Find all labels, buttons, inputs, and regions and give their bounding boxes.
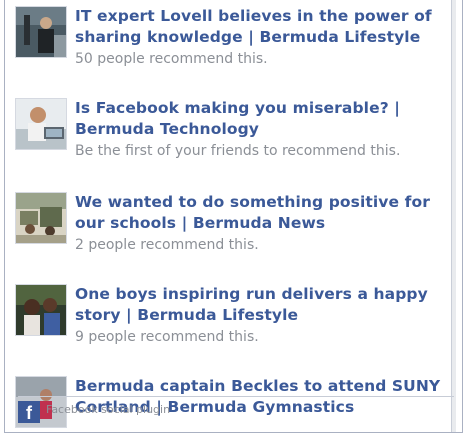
plugin-caption: Facebook social plugin — [46, 403, 171, 416]
recommend-count: 9 people recommend this. — [75, 329, 259, 345]
recommend-count: 2 people recommend this. — [75, 237, 259, 253]
recommend-count: 50 people recommend this. — [75, 51, 268, 67]
recommend-count: Be the first of your friends to recommen… — [75, 143, 401, 159]
social-plugin-footer: f Facebook social plugin — [8, 392, 456, 432]
article-title-link[interactable]: IT expert Lovell believes in the power o… — [75, 6, 450, 48]
scrollbar[interactable] — [451, 0, 456, 432]
recommendations-plugin: IT expert Lovell believes in the power o… — [4, 0, 463, 433]
footer-divider — [18, 396, 454, 397]
article-thumbnail[interactable] — [15, 6, 67, 58]
article-thumbnail[interactable] — [15, 98, 67, 150]
article-title-link[interactable]: We wanted to do something positive for o… — [75, 192, 450, 234]
facebook-logo-icon[interactable]: f — [18, 401, 40, 423]
article-title-link[interactable]: One boys inspiring run delivers a happy … — [75, 284, 450, 326]
article-thumbnail[interactable] — [15, 192, 67, 244]
article-thumbnail[interactable] — [15, 284, 67, 336]
article-title-link[interactable]: Is Facebook making you miserable? | Berm… — [75, 98, 450, 140]
